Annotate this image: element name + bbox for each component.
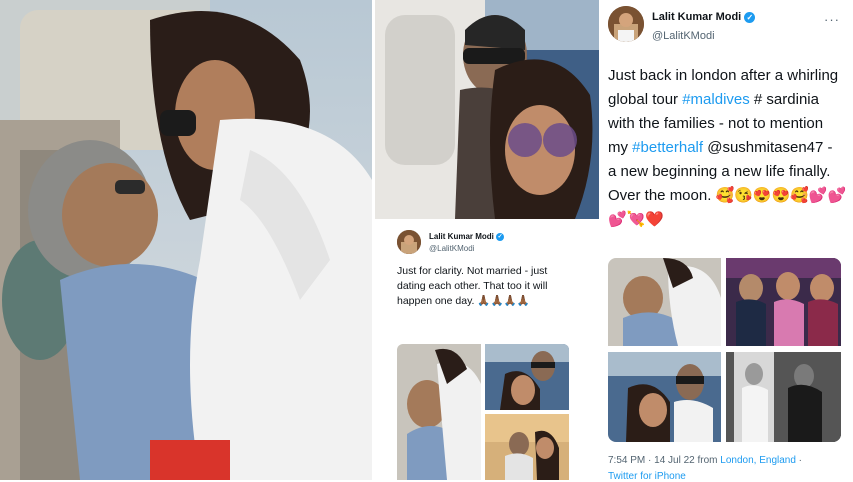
author-name-text: Lalit Kumar Modi [652, 11, 742, 23]
tweet-text-line: Just for clarity. Not married - just [397, 265, 548, 277]
hashtag-betterhalf-link[interactable]: #betterhalf [632, 139, 703, 156]
author-handle[interactable]: @LalitKModi [429, 244, 474, 253]
clarity-tweet-card[interactable]: Lalit Kumar Modi ✓ @LalitKModi Just for … [389, 224, 575, 480]
author-name[interactable]: Lalit Kumar Modi ✓ [429, 232, 505, 241]
author-name-text: Lalit Kumar Modi [429, 232, 494, 241]
tweet-text-line: Just back in london after a whirling [608, 67, 839, 84]
tweet-text-line: with the families - not to mention [608, 115, 824, 132]
main-couple-photo [0, 0, 372, 480]
tweet-client-link[interactable]: Twitter for iPhone [608, 471, 686, 482]
tweet-text-line: global tour #maldives # sardinia [608, 91, 819, 108]
tweet-image-1[interactable] [397, 344, 481, 480]
tweet-text-line: 💕💘❤️ [608, 211, 665, 228]
tweet-text-line: dating each other. That too it will [397, 280, 548, 292]
tweet-image-3[interactable] [608, 352, 721, 442]
boat-couple-illustration [375, 0, 599, 219]
tweet-image-3[interactable] [485, 414, 569, 480]
tweet-location-link[interactable]: London, England [720, 455, 796, 466]
tweet-timestamp[interactable]: 7:54 PM · 14 Jul 22 from London, England… [608, 455, 802, 466]
tweet-text-line: my #betterhalf @sushmitasen47 - [608, 139, 833, 156]
tweet-text-line: Over the moon. 🥰😘😍😍🥰💕💕 [608, 187, 847, 204]
main-couple-illustration [0, 0, 372, 480]
tweet-text: Just for clarity. Not married - just dat… [397, 264, 573, 309]
profile-avatar[interactable] [397, 230, 421, 254]
more-options-icon[interactable]: ··· [824, 12, 840, 27]
tweet-image-2[interactable] [485, 344, 569, 410]
tweet-image-1[interactable] [608, 258, 721, 346]
tweet-text: Just back in london after a whirling glo… [608, 64, 853, 232]
hashtag-maldives-link[interactable]: #maldives [682, 91, 750, 108]
main-tweet-card[interactable]: Lalit Kumar Modi ✓ @LalitKModi ··· Just … [602, 0, 853, 482]
verified-badge-icon: ✓ [744, 11, 756, 23]
tweet-text-line: happen one day. 🙏🏾🙏🏾🙏🏾🙏🏾 [397, 295, 530, 307]
boat-couple-photo [375, 0, 599, 219]
tweet-image-2[interactable] [726, 258, 841, 346]
tweet-image-4[interactable] [726, 352, 841, 442]
tweet-text-line: a new beginning a new life finally. [608, 163, 831, 180]
profile-avatar[interactable] [608, 6, 644, 42]
author-name[interactable]: Lalit Kumar Modi ✓ [652, 11, 756, 23]
author-handle[interactable]: @LalitKModi [652, 30, 715, 42]
verified-badge-icon: ✓ [496, 232, 505, 241]
